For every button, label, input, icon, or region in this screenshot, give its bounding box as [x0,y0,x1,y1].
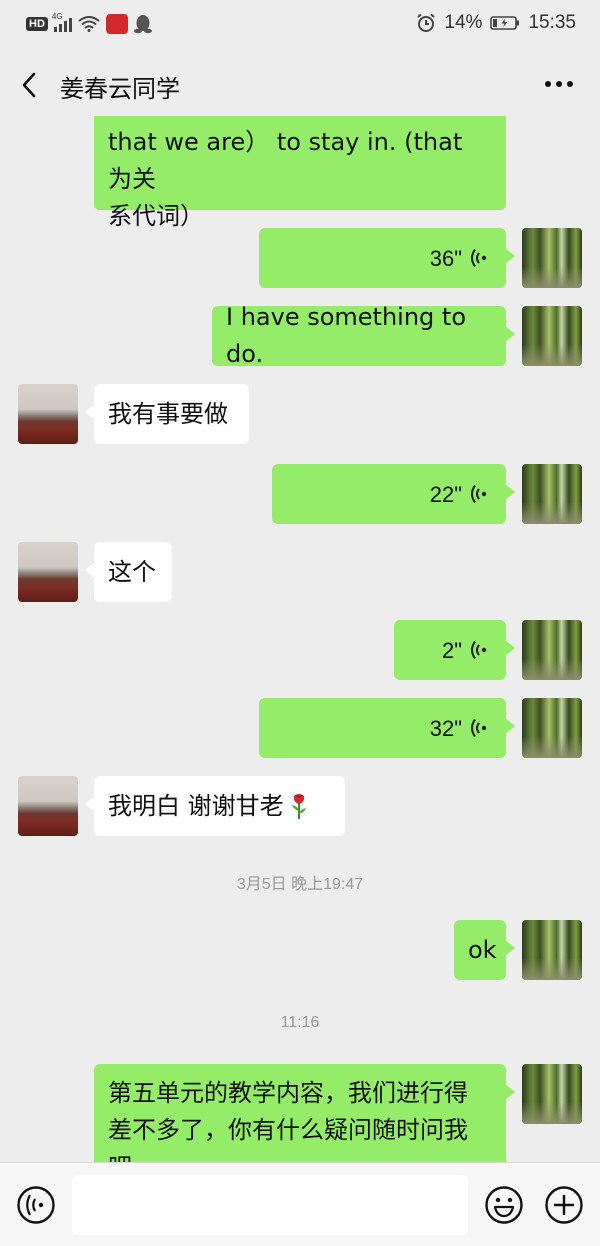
contact-avatar[interactable] [18,776,78,836]
voice-duration: 2" [441,637,462,663]
battery-charging-icon [490,16,520,30]
message-bubble-received[interactable]: 这个 [85,542,172,602]
battery-percent: 14% [444,12,483,33]
message-bubble-sent[interactable]: I have something to do. [212,303,515,368]
plus-icon[interactable] [544,1185,584,1225]
voice-message-bubble[interactable]: 22" [272,464,515,524]
voice-duration: 22" [429,481,462,507]
message-text: ok [468,935,497,964]
clock-time: 15:35 [528,12,576,33]
hd-badge: HD [26,17,48,31]
message-text-line: 吧。 [108,1149,492,1162]
timestamp: 3月5日 晚上19:47 [236,876,364,893]
status-bar: HD 4G 14% 15:35 [0,0,600,48]
voice-wave-icon [471,248,487,268]
message-text: I have something to do. [226,303,467,368]
my-avatar[interactable] [522,1064,582,1124]
rose-emoji [291,794,306,819]
my-avatar[interactable] [522,228,582,288]
my-avatar[interactable] [522,920,582,980]
voice-mode-icon[interactable] [16,1185,56,1225]
message-text: 我有事要做 [108,399,228,428]
alarm-clock-icon [417,13,436,32]
qq-penguin-icon [133,15,152,34]
chat-header: 姜春云同学 [0,52,600,116]
message-text: 这个 [108,557,156,586]
timestamp: 11:16 [280,1014,320,1031]
voice-message-bubble[interactable]: 36" [259,228,515,288]
message-bubble-sent[interactable]: 第五单元的教学内容，我们进行得 差不多了，你有什么疑问随时问我 吧。 [94,1064,515,1162]
chevron-left-icon[interactable] [16,70,44,100]
message-text: 我明白 谢谢甘老 [108,791,284,820]
voice-duration: 36" [429,245,462,271]
message-bubble-sent[interactable]: that we are） to stay in. (that 为关 系代词） [94,116,506,230]
message-text-line: that we are） to stay in. (that 为关 [108,128,463,193]
network-type-label: 4G [51,12,63,21]
more-dots-icon[interactable] [542,74,576,94]
message-bubble-received[interactable]: 我有事要做 [85,384,249,444]
voice-wave-icon [471,718,487,738]
input-bar [0,1162,600,1246]
message-text-line: 差不多了，你有什么疑问随时问我 [108,1116,468,1144]
message-list[interactable]: that we are） to stay in. (that 为关 系代词） 3… [0,116,600,1162]
status-icons-right: 14% 15:35 [416,12,576,34]
voice-duration: 32" [429,715,462,741]
emoji-icon[interactable] [484,1185,524,1225]
status-icons-left: HD 4G [26,12,152,34]
contact-avatar[interactable] [18,384,78,444]
app-notification-icon [105,14,128,34]
contact-avatar[interactable] [18,542,78,602]
voice-wave-icon [471,484,487,504]
my-avatar[interactable] [522,698,582,758]
message-input[interactable] [72,1175,468,1235]
voice-message-bubble[interactable]: 2" [394,620,515,680]
voice-message-bubble[interactable]: 32" [259,698,515,758]
my-avatar[interactable] [522,620,582,680]
wifi-icon [78,16,100,32]
chat-title: 姜春云同学 [60,75,180,103]
cell-signal-icon: 4G [52,12,72,32]
message-bubble-received[interactable]: 我明白 谢谢甘老 [85,776,345,836]
my-avatar[interactable] [522,306,582,366]
my-avatar[interactable] [522,464,582,524]
message-text-line: 第五单元的教学内容，我们进行得 [108,1079,468,1107]
message-bubble-sent[interactable]: ok [454,920,515,980]
voice-wave-icon [471,640,487,660]
